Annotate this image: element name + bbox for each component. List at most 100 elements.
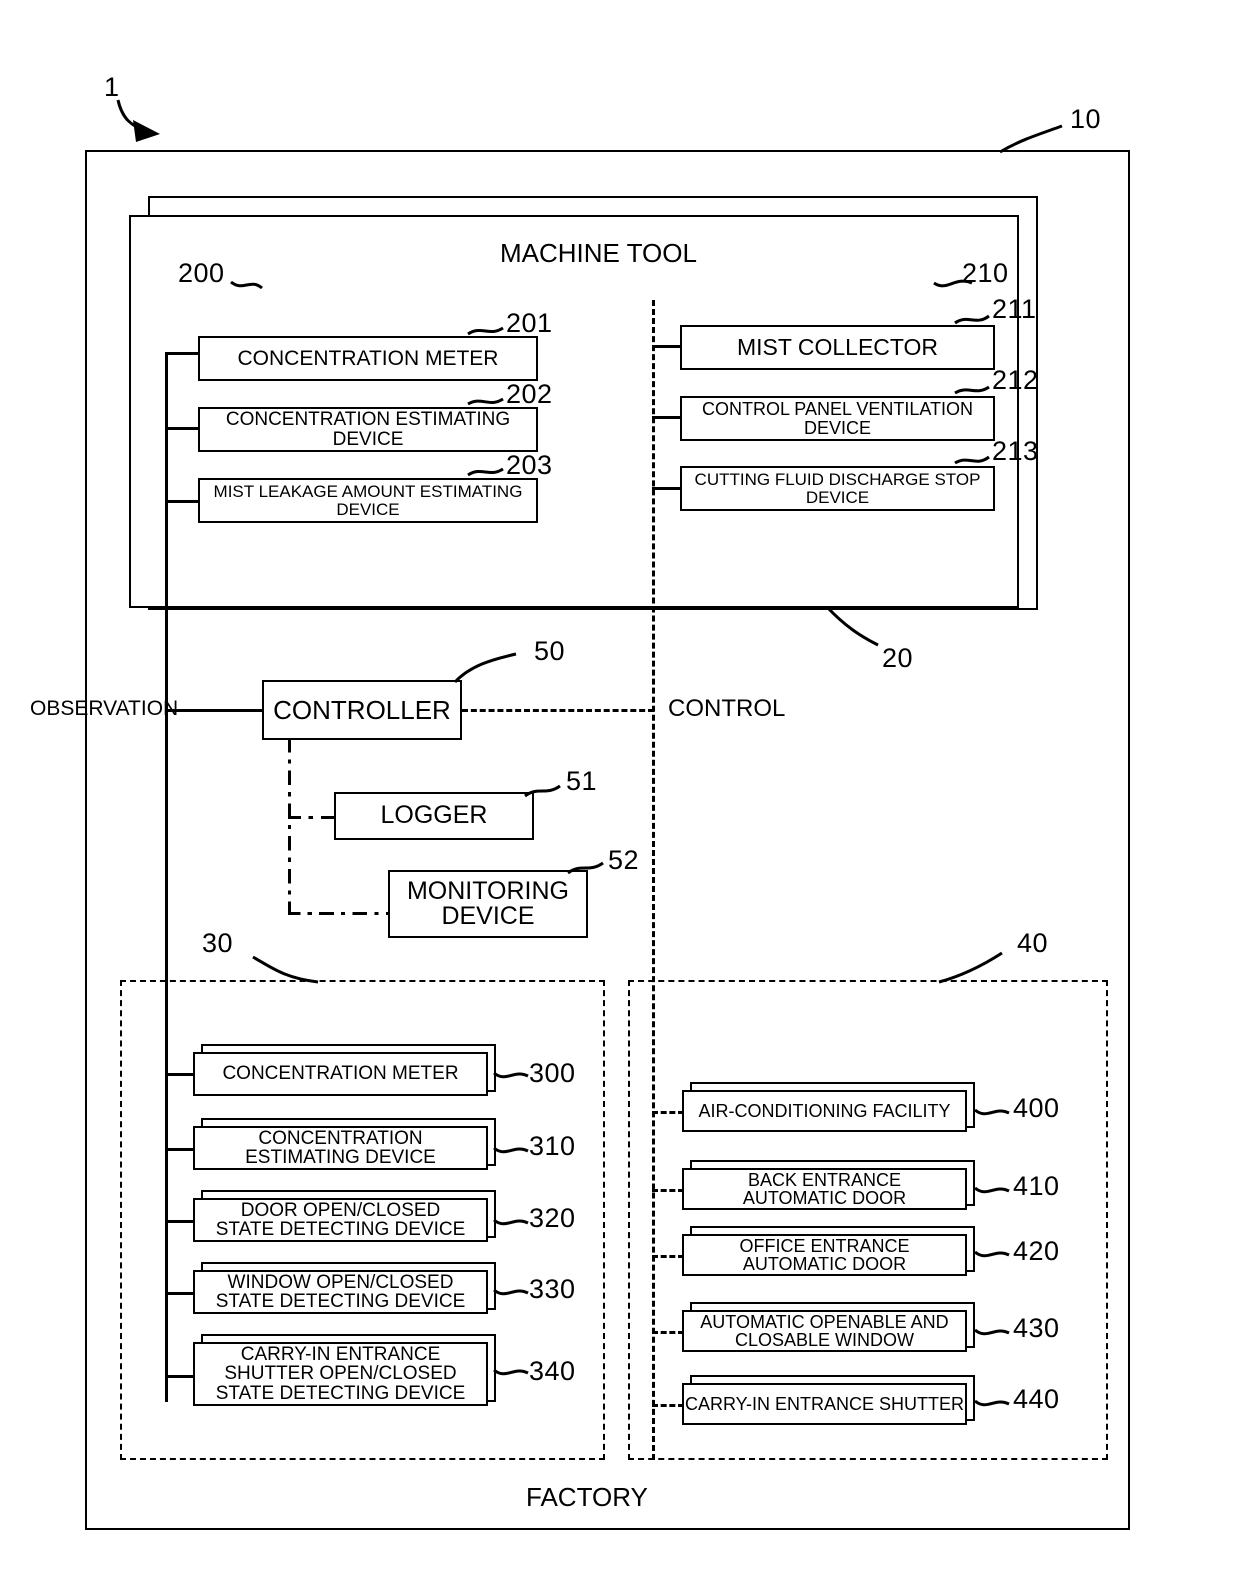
ref-label-20: 20 [882,643,914,673]
ref-label-420: 420 [1013,1236,1060,1266]
stub-201 [165,352,200,355]
stub-330 [165,1292,195,1295]
logger-label: LOGGER [380,801,488,830]
ref-label-320: 320 [529,1203,576,1233]
box-310-concentration-estimating-device[interactable]: CONCENTRATION ESTIMATING DEVICE [193,1126,488,1170]
ref-label-212: 212 [992,365,1039,395]
box-202-concentration-estimating-device[interactable]: CONCENTRATION ESTIMATING DEVICE [198,407,538,452]
stub-430 [652,1331,684,1334]
box-400-label: AIR-CONDITIONING FACILITY [698,1100,951,1121]
observation-label: OBSERVATION [30,697,179,720]
stub-320 [165,1220,195,1223]
box-211-label: MIST COLLECTOR [736,333,939,360]
ref-label-310: 310 [529,1131,576,1161]
box-212-label: CONTROL PANEL VENTILATION DEVICE [701,399,974,438]
box-410-label-line2: AUTOMATIC DOOR [742,1188,907,1208]
ref-label-52: 52 [608,845,640,875]
box-212-control-panel-ventilation-device[interactable]: CONTROL PANEL VENTILATION DEVICE [680,396,995,441]
box-320-label-line2: STATE DETECTING DEVICE [215,1219,466,1240]
ref-label-211: 211 [992,294,1037,324]
stub-420 [652,1255,684,1258]
box-400-air-conditioning-facility[interactable]: AIR-CONDITIONING FACILITY [682,1090,967,1132]
box-420-label-line2: AUTOMATIC DOOR [742,1254,907,1274]
ref-label-200: 200 [178,258,225,288]
machine-tool-title: MACHINE TOOL [500,238,697,268]
ref-label-202: 202 [506,379,553,409]
stub-211 [652,345,682,348]
box-213-cutting-fluid-discharge-stop-device[interactable]: CUTTING FLUID DISCHARGE STOP DEVICE [680,466,995,511]
controller-branch-vertical [288,740,291,915]
stub-440 [652,1404,684,1407]
box-430-label-line1: AUTOMATIC OPENABLE AND [700,1311,949,1332]
box-410-label-line1: BACK ENTRANCE [747,1169,902,1190]
patent-figure: 1 10 20 FACTORY MACHINE TOOL 200 CONCENT… [0,0,1240,1570]
box-201-label: CONCENTRATION METER [237,346,499,370]
ref-label-40: 40 [1017,928,1049,958]
box-430-label-line2: CLOSABLE WINDOW [734,1330,915,1350]
ref-label-50: 50 [534,636,566,666]
monitoring-device-label-line1: MONITORING [406,876,570,905]
monitoring-device-box[interactable]: MONITORING DEVICE [388,870,588,938]
box-330-label-line2: STATE DETECTING DEVICE [215,1291,466,1312]
ref-label-300: 300 [529,1058,576,1088]
ref-label-210: 210 [962,258,1009,288]
box-330-label-line1: WINDOW OPEN/CLOSED [227,1271,454,1293]
stub-213 [652,487,682,490]
box-340-label-line2: SHUTTER OPEN/CLOSED [224,1363,457,1385]
ref-label-30: 30 [202,928,234,958]
ref-label-340: 340 [529,1356,576,1386]
ref-label-201: 201 [506,308,553,338]
box-320-label-line1: DOOR OPEN/CLOSED [240,1199,441,1221]
factory-title: FACTORY [526,1482,648,1512]
ref-label-51: 51 [566,766,598,796]
stub-340 [165,1375,195,1378]
box-203-mist-leakage-amount-estimating-device[interactable]: MIST LEAKAGE AMOUNT ESTIMATING DEVICE [198,478,538,523]
box-320-door-open-closed-state-detecting-device[interactable]: DOOR OPEN/CLOSED STATE DETECTING DEVICE [193,1198,488,1242]
logger-box[interactable]: LOGGER [334,792,534,840]
box-440-carry-in-entrance-shutter[interactable]: CARRY-IN ENTRANCE SHUTTER [682,1383,967,1425]
control-label: CONTROL [668,695,786,722]
box-213-label: CUTTING FLUID DISCHARGE STOP DEVICE [694,470,981,507]
observation-main-bus [165,352,168,1402]
ref-label-10: 10 [1070,104,1102,134]
box-420-office-entrance-automatic-door[interactable]: OFFICE ENTRANCE AUTOMATIC DOOR [682,1234,967,1276]
box-420-label-line1: OFFICE ENTRANCE [739,1235,910,1256]
box-201-concentration-meter[interactable]: CONCENTRATION METER [198,336,538,381]
box-330-window-open-closed-state-detecting-device[interactable]: WINDOW OPEN/CLOSED STATE DETECTING DEVIC… [193,1270,488,1314]
observation-to-controller-line [165,709,264,712]
controller-to-logger-line [288,816,336,819]
stub-400 [652,1111,684,1114]
control-main-bus [652,300,655,1460]
controller-box[interactable]: CONTROLLER [262,680,462,740]
ref-label-440: 440 [1013,1384,1060,1414]
box-300-concentration-meter[interactable]: CONCENTRATION METER [193,1052,488,1096]
controller-to-control-line [462,709,654,712]
stub-202 [165,427,200,430]
ref-label-400: 400 [1013,1093,1060,1123]
stub-212 [652,416,682,419]
box-410-back-entrance-automatic-door[interactable]: BACK ENTRANCE AUTOMATIC DOOR [682,1168,967,1210]
ref-label-203: 203 [506,450,553,480]
box-340-label-line1: CARRY-IN ENTRANCE [240,1343,441,1365]
box-340-carry-in-entrance-shutter-open-closed-state-detecting-device[interactable]: CARRY-IN ENTRANCE SHUTTER OPEN/CLOSED ST… [193,1342,488,1406]
monitoring-device-label-line2: DEVICE [441,902,535,930]
stub-300 [165,1073,195,1076]
box-203-label: MIST LEAKAGE AMOUNT ESTIMATING DEVICE [213,482,523,519]
controller-to-monitoring-line [288,912,390,915]
ref-label-system: 1 [104,72,120,102]
controller-label: CONTROLLER [273,694,451,725]
box-310-label-line2: ESTIMATING DEVICE [245,1147,436,1168]
ref-label-330: 330 [529,1274,576,1304]
box-430-automatic-openable-and-closable-window[interactable]: AUTOMATIC OPENABLE AND CLOSABLE WINDOW [682,1310,967,1352]
box-440-label: CARRY-IN ENTRANCE SHUTTER [684,1393,965,1414]
stub-410 [652,1189,684,1192]
ref-label-410: 410 [1013,1171,1060,1201]
stub-203 [165,500,200,503]
stub-310 [165,1148,195,1151]
box-340-label-line3: STATE DETECTING DEVICE [215,1382,466,1404]
box-202-label: CONCENTRATION ESTIMATING DEVICE [225,409,511,450]
box-211-mist-collector[interactable]: MIST COLLECTOR [680,325,995,370]
box-300-label: CONCENTRATION METER [222,1063,459,1085]
ref-label-213: 213 [992,436,1039,466]
ref-label-430: 430 [1013,1313,1060,1343]
